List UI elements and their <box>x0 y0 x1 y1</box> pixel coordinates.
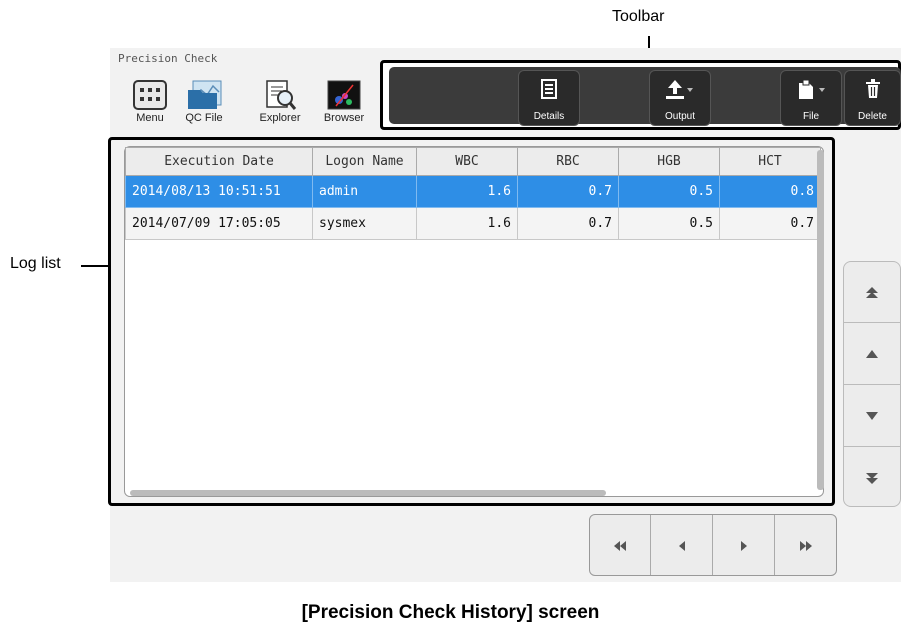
details-label: Details <box>533 111 565 122</box>
previous-page-button[interactable] <box>651 514 713 576</box>
table-header-row: Execution Date Logon Name WBC RBC HGB HC… <box>125 147 821 176</box>
cell-logon-name: sysmex <box>312 207 417 240</box>
next-page-icon <box>739 537 749 553</box>
log-list-callout-label: Log list <box>10 255 61 272</box>
log-table: Execution Date Logon Name WBC RBC HGB HC… <box>125 147 821 240</box>
cell-execution-date: 2014/08/13 10:51:51 <box>125 175 313 208</box>
output-button[interactable]: Output <box>649 70 711 126</box>
output-label: Output <box>664 111 696 122</box>
qc-file-label: QC File <box>185 112 223 124</box>
explorer-icon <box>263 80 297 110</box>
cell-execution-date: 2014/07/09 17:05:05 <box>125 207 313 240</box>
column-wbc[interactable]: WBC <box>416 147 518 176</box>
first-page-button[interactable] <box>589 514 651 576</box>
cell-hct: 0.8 <box>719 175 821 208</box>
cell-hct: 0.7 <box>719 207 821 240</box>
next-page-button[interactable] <box>713 514 775 576</box>
file-button[interactable]: File <box>780 70 842 126</box>
scroll-bottom-button[interactable] <box>843 447 901 508</box>
document-icon <box>519 79 579 104</box>
browser-button[interactable]: Browser <box>314 64 374 128</box>
scroll-top-icon <box>865 284 879 300</box>
cell-wbc: 1.6 <box>416 207 518 240</box>
scroll-bottom-icon <box>865 469 879 485</box>
cell-rbc: 0.7 <box>517 175 619 208</box>
first-page-icon <box>612 537 628 553</box>
table-row[interactable]: 2014/08/13 10:51:51 admin 1.6 0.7 0.5 0.… <box>125 175 821 208</box>
previous-page-icon <box>677 537 687 553</box>
explorer-label: Explorer <box>259 112 301 124</box>
scroll-up-button[interactable] <box>843 323 901 384</box>
cell-rbc: 0.7 <box>517 207 619 240</box>
browser-icon <box>327 80 361 110</box>
menu-label: Menu <box>136 112 164 124</box>
scroll-down-button[interactable] <box>843 385 901 446</box>
file-label: File <box>802 111 820 122</box>
log-list-callout-line <box>81 265 109 267</box>
column-hct[interactable]: HCT <box>719 147 821 176</box>
cell-hgb: 0.5 <box>618 175 720 208</box>
last-page-button[interactable] <box>775 514 837 576</box>
log-list: Execution Date Logon Name WBC RBC HGB HC… <box>124 146 824 497</box>
column-logon-name[interactable]: Logon Name <box>312 147 417 176</box>
column-hgb[interactable]: HGB <box>618 147 720 176</box>
column-execution-date[interactable]: Execution Date <box>125 147 313 176</box>
details-button[interactable]: Details <box>518 70 580 126</box>
delete-button[interactable]: Delete <box>844 70 901 126</box>
file-icon <box>781 79 841 106</box>
scroll-up-icon <box>865 345 879 361</box>
toolbar-callout-label: Toolbar <box>612 8 665 25</box>
horizontal-scrollbar[interactable] <box>130 490 606 496</box>
delete-label: Delete <box>858 111 887 122</box>
scroll-top-button[interactable] <box>843 262 901 323</box>
column-rbc[interactable]: RBC <box>517 147 619 176</box>
qc-file-icon <box>187 80 222 110</box>
cell-wbc: 1.6 <box>416 175 518 208</box>
menu-grid-icon <box>133 80 167 110</box>
table-row[interactable]: 2014/07/09 17:05:05 sysmex 1.6 0.7 0.5 0… <box>125 207 821 240</box>
browser-label: Browser <box>323 112 365 124</box>
menu-button[interactable]: Menu <box>120 64 180 128</box>
cell-logon-name: admin <box>312 175 417 208</box>
qc-file-button[interactable]: QC File <box>174 64 234 128</box>
trash-icon <box>845 79 900 104</box>
last-page-icon <box>798 537 814 553</box>
upload-icon <box>650 79 710 106</box>
vertical-scrollbar[interactable] <box>817 150 824 490</box>
scroll-down-icon <box>865 407 879 423</box>
screen-caption: [Precision Check History] screen <box>301 602 600 623</box>
cell-hgb: 0.5 <box>618 207 720 240</box>
explorer-button[interactable]: Explorer <box>250 64 310 128</box>
